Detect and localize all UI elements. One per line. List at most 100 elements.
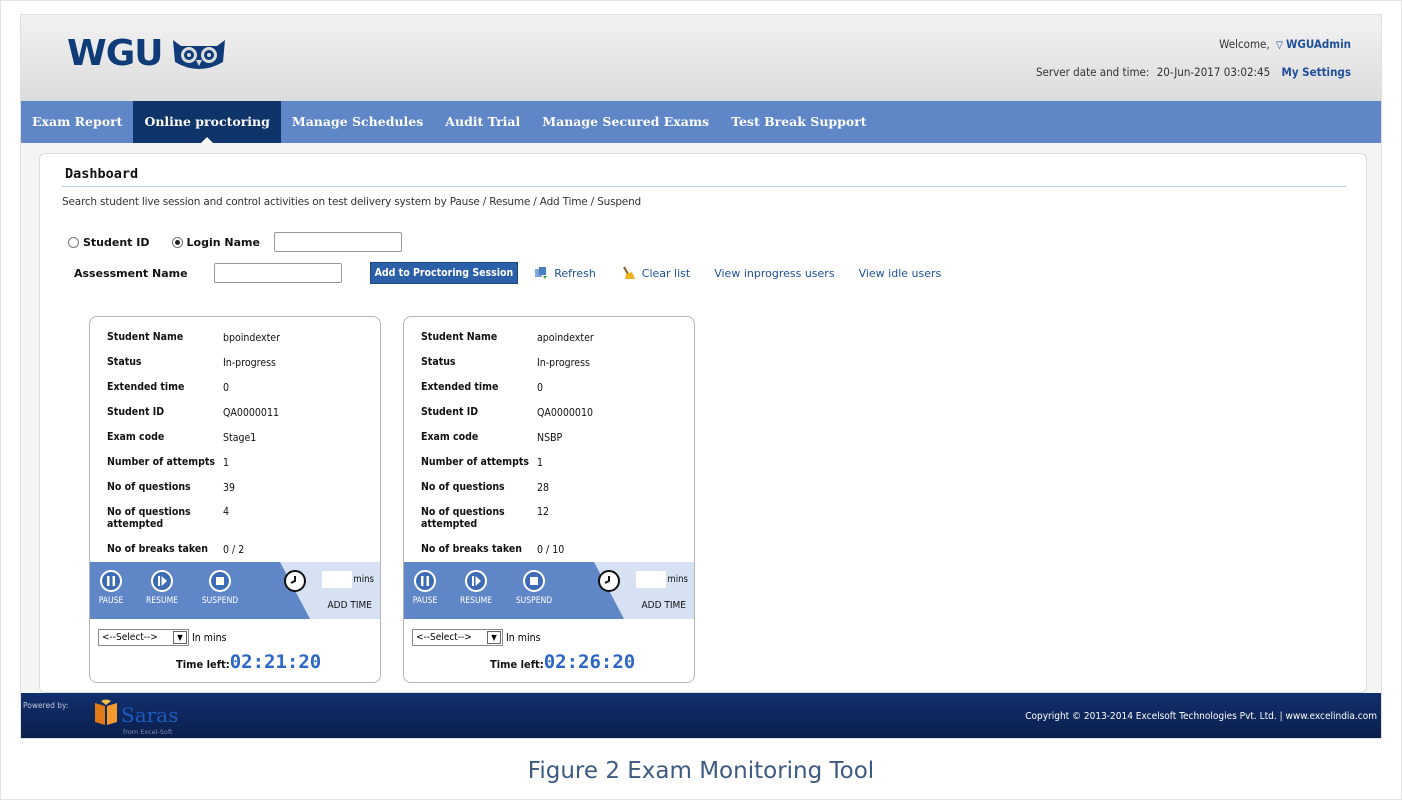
info-row-student-id: Student ID QA0000011	[107, 400, 280, 425]
time-left-label: Time left:	[490, 658, 544, 671]
info-row-attempts: Number of attempts 1	[421, 450, 594, 475]
session-controls: PAUSE RESUME SUSPEND mins ADD TIME	[404, 562, 694, 619]
page-title: Dashboard	[65, 166, 139, 182]
my-settings-link[interactable]: My Settings	[1282, 65, 1351, 79]
breaks-label: No of breaks taken	[107, 543, 208, 556]
status-label: Status	[107, 356, 142, 369]
add-to-proctoring-session-button[interactable]: Add to Proctoring Session	[369, 262, 519, 284]
chevron-down-icon[interactable]: ▼	[487, 631, 501, 644]
exam-code-value: NSBP	[537, 431, 563, 444]
student-id-radio[interactable]	[68, 236, 79, 248]
info-row-status: Status In-progress	[107, 350, 280, 375]
refresh-icon	[535, 267, 548, 279]
attempts-label: Number of attempts	[107, 456, 216, 469]
resume-icon	[151, 570, 173, 592]
user-dropdown-icon[interactable]: ▽	[1276, 40, 1283, 51]
clear-list-link[interactable]: Clear list	[622, 266, 690, 280]
student-info: Student Name bpoindexter Status In-progres…	[107, 325, 280, 562]
student-id-label: Student ID	[107, 406, 165, 419]
time-select-value: <--Select-->	[416, 632, 472, 643]
info-row-questions: No of questions 28	[421, 475, 594, 500]
wgu-logo[interactable]: WGU	[67, 33, 227, 74]
pause-button[interactable]: PAUSE	[410, 570, 440, 606]
header-user-info: Welcome, ▽ WGUAdmin Server date and time:…	[1036, 37, 1351, 79]
nav-test-break-support[interactable]: Test Break Support	[720, 101, 878, 143]
suspend-label: SUSPEND	[201, 596, 239, 606]
breaks-value: 0 / 10	[537, 543, 565, 556]
chevron-down-icon[interactable]: ▼	[173, 631, 187, 644]
student-id-radio-label[interactable]: Student ID	[83, 236, 150, 249]
login-name-input[interactable]	[273, 232, 402, 252]
footer: Powered by: Saras from Excel-Soft Copyri…	[21, 693, 1381, 738]
nav-online-proctoring[interactable]: Online proctoring	[133, 101, 281, 143]
saras-book-icon	[95, 699, 117, 725]
saras-logo[interactable]: Saras from Excel-Soft	[93, 699, 178, 736]
time-left-label: Time left:	[176, 658, 230, 671]
resume-label: RESUME	[145, 596, 179, 606]
pause-button[interactable]: PAUSE	[96, 570, 126, 606]
view-inprogress-users-link[interactable]: View inprogress users	[714, 267, 834, 280]
time-left-row: Time left: 02:21:20	[176, 651, 321, 673]
info-row-questions: No of questions 39	[107, 475, 280, 500]
assessment-name-input[interactable]	[213, 263, 342, 283]
student-name-label: Student Name	[107, 331, 184, 344]
info-row-questions-attempted: No of questions attempted 12	[421, 500, 594, 537]
server-time-label: Server date and time:	[1035, 65, 1150, 79]
assessment-name-label: Assessment Name	[74, 266, 188, 280]
refresh-link[interactable]: Refresh	[534, 266, 596, 280]
assessment-row: Assessment Name Add to Proctoring Sessio…	[74, 262, 941, 284]
copyright-text: Copyright © 2013-2014 Excelsoft Technolo…	[1025, 711, 1377, 722]
suspend-button[interactable]: SUSPEND	[198, 570, 242, 606]
add-time-button[interactable]: ADD TIME	[328, 600, 372, 611]
suspend-button[interactable]: SUSPEND	[512, 570, 556, 606]
breaks-value: 0 / 2	[223, 543, 245, 556]
questions-label: No of questions	[421, 481, 505, 494]
exam-code-value: Stage1	[223, 431, 257, 444]
status-label: Status	[421, 356, 456, 369]
pause-icon	[100, 570, 122, 592]
time-left-value: 02:21:20	[229, 651, 322, 673]
time-select[interactable]: <--Select--> ▼	[412, 629, 503, 646]
nav-manage-secured-exams[interactable]: Manage Secured Exams	[531, 101, 720, 143]
time-select-row: <--Select--> ▼ In mins	[98, 629, 227, 646]
attempts-value: 1	[223, 456, 230, 469]
nav-audit-trial[interactable]: Audit Trial	[434, 101, 531, 143]
login-name-radio[interactable]	[171, 236, 183, 248]
clock-icon	[598, 570, 620, 592]
app-window: WGU Welcome, ▽ WGUAdmin Server date and t…	[20, 14, 1382, 739]
questions-attempted-value: 4	[223, 506, 230, 518]
nav-exam-report[interactable]: Exam Report	[21, 101, 133, 143]
dashboard-panel: Dashboard Search student live session an…	[39, 153, 1367, 693]
add-time-mins-input[interactable]	[322, 571, 352, 588]
resume-button[interactable]: RESUME	[456, 570, 496, 606]
time-left-row: Time left: 02:26:20	[490, 651, 635, 673]
status-value: In-progress	[223, 356, 276, 369]
exam-code-label: Exam code	[107, 431, 165, 444]
user-menu-link[interactable]: WGUAdmin	[1286, 37, 1351, 51]
resume-button[interactable]: RESUME	[142, 570, 182, 606]
time-select[interactable]: <--Select--> ▼	[98, 629, 189, 646]
info-row-attempts: Number of attempts 1	[107, 450, 280, 475]
mins-label: mins	[667, 574, 688, 585]
mins-label: mins	[353, 574, 374, 585]
clear-list-label: Clear list	[641, 266, 691, 280]
student-card: Student Name bpoindexter Status In-progres…	[89, 316, 381, 683]
login-name-radio-label[interactable]: Login Name	[187, 236, 260, 249]
header: WGU Welcome, ▽ WGUAdmin Server date and t…	[21, 15, 1381, 101]
search-type-row: Student ID Login Name	[68, 232, 402, 252]
questions-attempted-value: 12	[537, 506, 550, 518]
add-time-button[interactable]: ADD TIME	[642, 600, 686, 611]
suspend-icon	[523, 570, 545, 592]
student-id-value: QA0000011	[223, 406, 279, 419]
server-time-value: 20-Jun-2017 03:02:45	[1156, 65, 1271, 79]
student-name-value: apoindexter	[537, 331, 594, 344]
info-row-breaks: No of breaks taken 0 / 10	[421, 537, 594, 562]
nav-manage-schedules[interactable]: Manage Schedules	[281, 101, 434, 143]
in-mins-label: In mins	[506, 631, 541, 644]
extended-time-label: Extended time	[107, 381, 185, 394]
refresh-label: Refresh	[554, 266, 596, 280]
add-time-mins-input[interactable]	[636, 571, 666, 588]
time-select-value: <--Select-->	[102, 632, 158, 643]
view-idle-users-link[interactable]: View idle users	[859, 267, 942, 280]
questions-attempted-label: No of questions attempted	[421, 506, 505, 531]
